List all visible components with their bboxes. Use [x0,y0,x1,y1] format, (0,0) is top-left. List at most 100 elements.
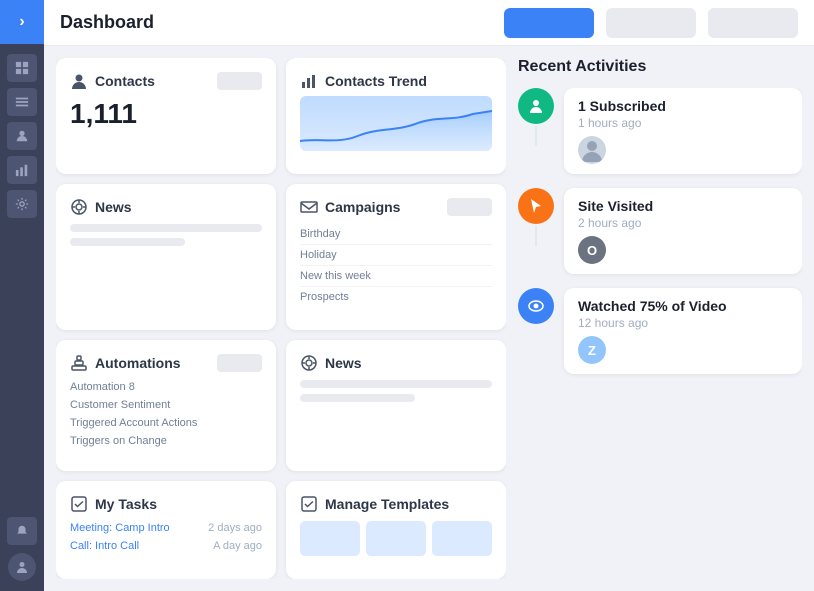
sidebar-user-avatar[interactable] [8,553,36,581]
tasks-title: My Tasks [95,496,157,512]
contacts-card-title: Contacts [95,73,155,89]
dashboard-grid: Contacts 1,111 Contacts Trend [56,58,506,579]
sidebar-item-list[interactable] [7,88,37,116]
cursor-icon [527,197,545,215]
activity-icon-2 [518,288,554,324]
task-item-1[interactable]: Call: Intro Call A day ago [70,537,262,555]
main-area: Dashboard Contacts 1,1 [44,0,814,591]
news-top-title-row: News [70,198,262,216]
template-box-1 [300,521,360,556]
activity-time-1: 2 hours ago [578,216,788,230]
task-date-0: 2 days ago [208,522,262,534]
campaigns-list: Birthday Holiday New this week Prospects [300,224,492,307]
header-btn-secondary1[interactable] [606,8,696,38]
sidebar-item-chart[interactable] [7,156,37,184]
activity-row-0: 1 Subscribed 1 hours ago [518,88,802,174]
eye-icon [527,297,545,315]
sidebar-item-users[interactable] [7,122,37,150]
user-avatar-icon [578,136,606,164]
activity-icon-0 [518,88,554,124]
activity-time-0: 1 hours ago [578,116,788,130]
campaign-item-3[interactable]: Prospects [300,287,492,307]
campaigns-header: Campaigns [300,198,492,216]
news-bottom-title: News [325,355,362,371]
trend-chart [300,96,492,151]
news-bottom-title-row: News [300,354,492,372]
activity-title-0: 1 Subscribed [578,98,788,114]
trend-icon [300,72,318,90]
sidebar-bottom [7,517,37,591]
news-line-2 [70,238,185,246]
my-tasks-card: My Tasks Meeting: Camp Intro 2 days ago … [56,481,276,579]
page-title: Dashboard [60,12,492,33]
activities-title: Recent Activities [518,58,802,76]
activity-connector-1 [535,226,537,246]
campaign-item-1[interactable]: Holiday [300,245,492,266]
activity-title-1: Site Visited [578,198,788,214]
content-area: Contacts 1,111 Contacts Trend [44,46,814,591]
auto-item-0[interactable]: Automation 8 [70,380,262,394]
templates-title-row: Manage Templates [300,495,492,513]
auto-item-2[interactable]: Triggered Account Actions [70,416,262,430]
tasks-title-row: My Tasks [70,495,262,513]
template-box-3 [432,521,492,556]
contacts-card: Contacts 1,111 [56,58,276,174]
templates-title: Manage Templates [325,496,449,512]
activity-icon-wrap-2 [518,288,554,324]
sidebar-nav [7,44,37,517]
automations-badge [217,354,262,372]
auto-item-3[interactable]: Triggers on Change [70,434,262,448]
activity-time-2: 12 hours ago [578,316,788,330]
contacts-value: 1,111 [70,98,262,130]
logo-chevron-icon: › [19,13,24,31]
task-item-0[interactable]: Meeting: Camp Intro 2 days ago [70,519,262,537]
person-icon [527,97,545,115]
campaign-item-2[interactable]: New this week [300,266,492,287]
activity-card-1: Site Visited 2 hours ago O [564,188,802,274]
news-bottom-line-1 [300,380,492,388]
activity-row-2: Watched 75% of Video 12 hours ago Z [518,288,802,374]
tasks-list: Meeting: Camp Intro 2 days ago Call: Int… [70,519,262,555]
activity-icon-wrap-0 [518,88,554,146]
campaigns-badge [447,198,492,216]
header-btn-secondary2[interactable] [708,8,798,38]
task-date-1: A day ago [213,540,262,552]
automations-card: Automations Automation 8 Customer Sentim… [56,340,276,471]
automations-header: Automations [70,354,262,372]
task-name-1: Call: Intro Call [70,540,139,552]
auto-item-1[interactable]: Customer Sentiment [70,398,262,412]
header-btn-primary[interactable] [504,8,594,38]
news-line-1 [70,224,262,232]
campaigns-title: Campaigns [325,199,400,215]
activities-panel: Recent Activities 1 Subsc [518,58,802,579]
automations-title-row: Automations [70,354,181,372]
contacts-icon [70,72,88,90]
automations-icon [70,354,88,372]
contacts-card-badge [217,72,262,90]
activity-icon-wrap-1 [518,188,554,246]
task-name-0: Meeting: Camp Intro [70,522,170,534]
activity-user-0 [578,136,606,164]
chart-icon [15,163,29,177]
news-top-title: News [95,199,132,215]
activity-title-2: Watched 75% of Video [578,298,788,314]
activity-card-0: 1 Subscribed 1 hours ago [564,88,802,174]
users-icon [15,129,29,143]
news-bottom-lines [300,380,492,402]
campaigns-icon [300,198,318,216]
template-box-2 [366,521,426,556]
news-bottom-card: News [286,340,506,471]
activity-row-1: Site Visited 2 hours ago O [518,188,802,274]
automations-list: Automation 8 Customer Sentiment Triggere… [70,380,262,448]
template-boxes [300,521,492,556]
activity-user-2: Z [578,336,606,364]
sidebar-item-extra1[interactable] [7,517,37,545]
news-top-icon [70,198,88,216]
sidebar-item-grid[interactable] [7,54,37,82]
sidebar: › [0,0,44,591]
campaign-item-0[interactable]: Birthday [300,224,492,245]
news-top-lines [70,224,262,246]
sidebar-item-settings[interactable] [7,190,37,218]
news-bottom-line-2 [300,394,415,402]
sidebar-logo[interactable]: › [0,0,44,44]
